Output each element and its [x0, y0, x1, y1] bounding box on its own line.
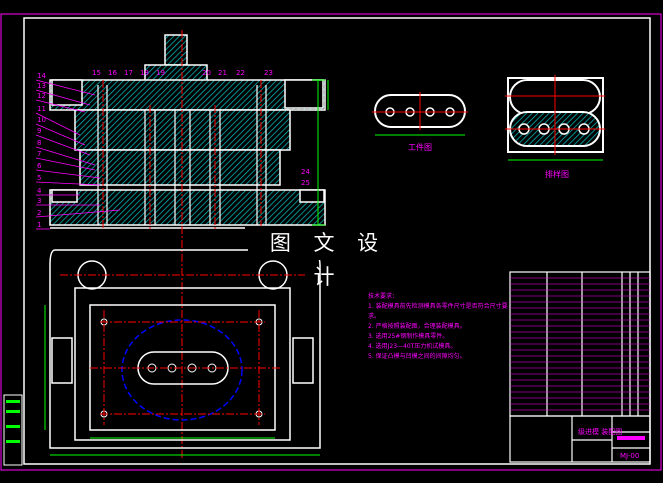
part-number-label: 4: [37, 187, 42, 195]
side-stamp: [3, 394, 23, 466]
requirement-item: 4. 选用J23—40T压力机试模具。: [368, 343, 457, 350]
drawing-number: MJ-00: [620, 452, 639, 460]
part-number-label: 21: [218, 69, 227, 77]
part-number-label: 10: [37, 116, 46, 124]
part-number-label: 5: [37, 174, 41, 182]
part-number-label: 6: [37, 162, 42, 170]
part-number-label: 22: [236, 69, 245, 77]
section-view: [49, 34, 326, 229]
layout-label: 排样图: [545, 169, 569, 179]
drawing-name: 级进模 装配图: [578, 427, 622, 436]
workpiece-label: 工件图: [408, 142, 432, 152]
part-number-label: 23: [264, 69, 273, 77]
part-number-label: 1: [37, 221, 41, 229]
part-number-label: 3: [37, 197, 41, 205]
technical-requirements: 技术要求： 1. 装配模具前先检测模具各零件尺寸是否符合尺寸要求。 2. 严格按…: [368, 292, 508, 362]
part-number-label: 11: [37, 105, 46, 113]
part-number-label: 17: [124, 69, 133, 77]
part-number-label: 18: [140, 69, 149, 77]
requirement-item: 2. 严格按照装配图，合理装配模具。: [368, 323, 466, 330]
requirement-item: 5. 保证凸模与凹模之间的间隙均匀。: [368, 353, 466, 360]
requirements-title: 技术要求：: [368, 293, 399, 300]
plan-view: [49, 249, 321, 449]
requirement-item: 1. 装配模具前先检测模具各零件尺寸是否符合尺寸要求。: [368, 303, 508, 320]
part-number-label: 25: [301, 179, 310, 187]
part-number-label: 8: [37, 139, 41, 147]
requirement-item: 3. 选用25#钢制作模具零件。: [368, 333, 449, 340]
part-number-label: 13: [37, 82, 46, 90]
part-number-label: 2: [37, 209, 41, 217]
part-number-label: 15: [92, 69, 101, 77]
part-number-label: 9: [37, 127, 41, 135]
part-number-label: 20: [202, 69, 211, 77]
part-number-label: 14: [37, 72, 46, 80]
part-number-label: 24: [301, 168, 310, 176]
part-number-label: 19: [156, 69, 165, 77]
part-number-label: 7: [37, 150, 41, 158]
cad-drawing: 14 13 12 11 10 9 8 7 6 5 4 3 2 1 15 16 17 18 19 20 21 22 23 2…: [0, 0, 663, 483]
watermark: 图 文 设 计: [248, 226, 408, 289]
part-number-label: 16: [108, 69, 117, 77]
part-number-label: 12: [37, 92, 46, 100]
